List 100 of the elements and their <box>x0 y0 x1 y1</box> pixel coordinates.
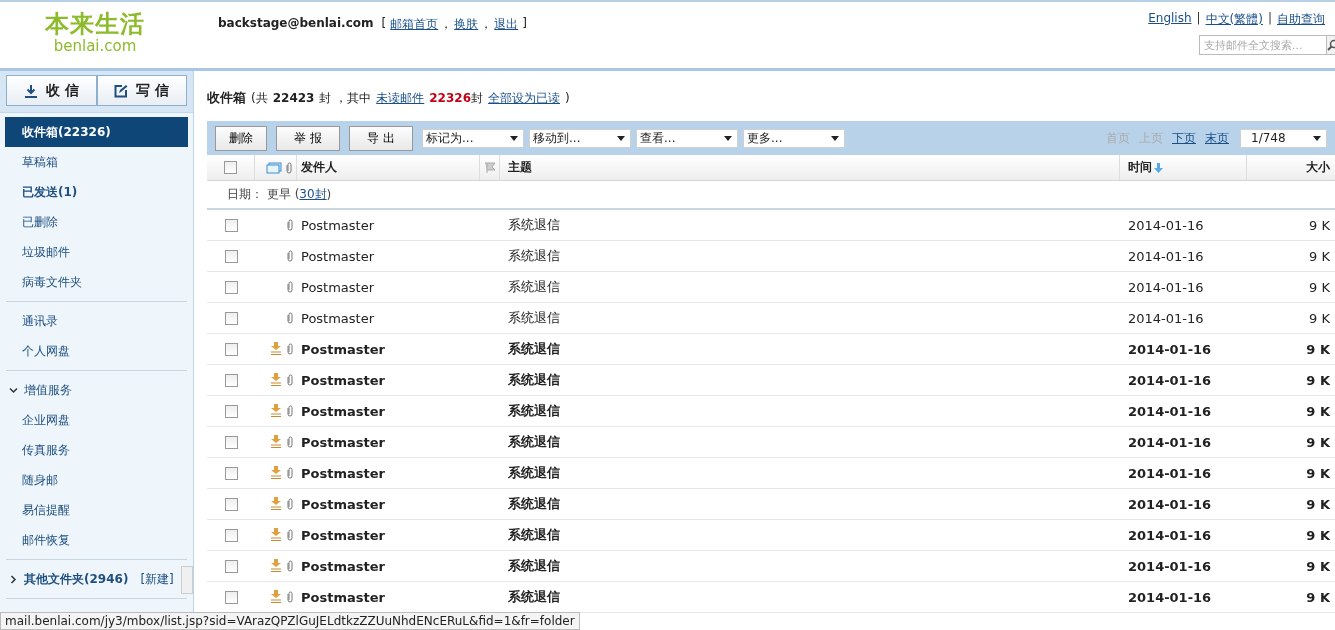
chevron-right-icon[interactable] <box>9 574 18 584</box>
sidebar-section[interactable]: 增值服务 <box>24 381 72 399</box>
subject-cell[interactable]: 系统退信 <box>500 464 1120 482</box>
scrollbar[interactable] <box>181 566 193 594</box>
subject-cell[interactable]: 系统退信 <box>500 526 1120 544</box>
top-link[interactable]: 中文(繁體) <box>1205 11 1263 28</box>
paperclip-icon <box>287 467 293 479</box>
top-link[interactable]: English <box>1148 11 1192 28</box>
paperclip-icon <box>287 498 293 510</box>
account-link[interactable]: 换肤 <box>454 16 479 33</box>
folder-item[interactable]: 草稿箱 <box>5 147 188 177</box>
sender-cell[interactable]: Postmaster <box>297 527 480 543</box>
size-cell-text: 9 K <box>1308 310 1331 326</box>
sender-cell[interactable]: Postmaster <box>297 403 480 419</box>
sort-down-icon <box>1154 162 1163 173</box>
dropdown[interactable]: 移动到... <box>529 128 631 148</box>
bracket: [ <box>381 16 387 32</box>
subject-cell[interactable]: 系统退信 <box>500 402 1120 420</box>
sender-cell[interactable]: Postmaster <box>297 558 480 574</box>
toolbar-button[interactable]: 删除 <box>215 125 267 151</box>
row-checkbox[interactable] <box>224 218 238 232</box>
folder-item[interactable]: 已删除 <box>5 207 188 237</box>
subject-cell[interactable]: 系统退信 <box>500 557 1120 575</box>
folder-item[interactable]: 病毒文件夹 <box>5 267 188 297</box>
row-checkbox[interactable] <box>224 280 238 294</box>
sender-cell[interactable]: Postmaster <box>297 434 480 450</box>
time-cell-text: 2014-01-16 <box>1127 558 1213 574</box>
time-cell-text: 2014-01-16 <box>1127 217 1205 233</box>
row-checkbox[interactable] <box>224 590 238 604</box>
sidebar-button[interactable]: 收 信 <box>6 75 97 106</box>
sender-cell[interactable]: Postmaster <box>297 465 480 481</box>
new-folder-link[interactable]: [新建] <box>140 570 174 588</box>
row-checkbox[interactable] <box>224 342 238 356</box>
folder-item[interactable]: 传真服务 <box>5 435 188 465</box>
time-cell-text: 2014-01-16 <box>1127 279 1205 295</box>
sender-cell[interactable]: Postmaster <box>297 372 480 388</box>
logo-text: 本来生活 <box>45 10 145 38</box>
column-header[interactable]: 时间 <box>1128 159 1152 176</box>
folder-item[interactable]: 收件箱(22326) <box>5 117 188 147</box>
folder-item[interactable]: 已发送(1) <box>5 177 188 207</box>
folder-item[interactable]: 垃圾邮件 <box>5 237 188 267</box>
sender-cell[interactable]: Postmaster <box>297 496 480 512</box>
row-checkbox[interactable] <box>224 466 238 480</box>
mark-all-read-link[interactable]: 全部设为已读 <box>488 89 560 107</box>
unread-link[interactable]: 未读邮件 <box>376 89 425 107</box>
subject-cell[interactable]: 系统退信 <box>500 433 1120 451</box>
chevron-down-icon[interactable] <box>9 385 18 395</box>
sidebar-button[interactable]: 写 信 <box>96 75 187 106</box>
status-bar: mail.benlai.com/jy3/mbox/list.jsp?sid=VArazQPZlGuJELdtkzZZUuNhdENcERuL&fid=1&fr=folder <box>0 612 580 630</box>
paperclip-icon <box>286 161 292 174</box>
row-checkbox[interactable] <box>224 311 238 325</box>
sender-cell[interactable]: Postmaster <box>297 248 480 264</box>
top-link[interactable]: 自助查询 <box>1277 11 1325 28</box>
select-all-checkbox[interactable] <box>224 161 237 174</box>
folder-item[interactable]: 企业网盘 <box>5 405 188 435</box>
column-header[interactable]: 发件人 <box>297 155 480 180</box>
subject-cell[interactable]: 系统退信 <box>500 216 1120 234</box>
subject-cell[interactable]: 系统退信 <box>500 588 1120 606</box>
sender-cell[interactable]: Postmaster <box>297 279 480 295</box>
subject-cell[interactable]: 系统退信 <box>500 309 1120 327</box>
folder-item[interactable]: 随身邮 <box>5 465 188 495</box>
subject-cell[interactable]: 系统退信 <box>500 278 1120 296</box>
dropdown[interactable]: 查看... <box>636 128 738 148</box>
total-count: 22423 <box>272 91 315 105</box>
subject-cell[interactable]: 系统退信 <box>500 340 1120 358</box>
row-checkbox[interactable] <box>224 497 238 511</box>
row-checkbox[interactable] <box>224 559 238 573</box>
column-header[interactable]: 主题 <box>500 155 1120 180</box>
group-count-link[interactable]: 30封 <box>299 186 327 203</box>
page-select[interactable]: 1/748 <box>1240 128 1327 148</box>
sender-cell[interactable]: Postmaster <box>297 341 480 357</box>
sidebar-section[interactable]: 其他文件夹(2946) <box>24 570 129 588</box>
row-checkbox[interactable] <box>224 528 238 542</box>
subject-cell[interactable]: 系统退信 <box>500 247 1120 265</box>
row-checkbox[interactable] <box>224 404 238 418</box>
folder-item[interactable]: 邮件恢复 <box>5 525 188 555</box>
toolbar-button[interactable]: 导 出 <box>349 125 413 151</box>
bracket: ] <box>522 16 527 32</box>
dropdown[interactable]: 更多... <box>743 128 845 148</box>
sender-cell[interactable]: Postmaster <box>297 310 480 326</box>
row-checkbox[interactable] <box>224 373 238 387</box>
folder-item[interactable]: 易信提醒 <box>5 495 188 525</box>
pager-link[interactable]: 末页 <box>1205 129 1229 147</box>
toolbar-button[interactable]: 举 报 <box>276 125 340 151</box>
folder-item[interactable]: 个人网盘 <box>5 336 188 366</box>
account-link[interactable]: 邮箱首页 <box>390 16 439 33</box>
folder-item[interactable]: 通讯录 <box>5 306 188 336</box>
pager-link[interactable]: 下页 <box>1172 129 1196 147</box>
sender-cell[interactable]: Postmaster <box>297 217 480 233</box>
subject-cell[interactable]: 系统退信 <box>500 371 1120 389</box>
subject-cell[interactable]: 系统退信 <box>500 495 1120 513</box>
column-header[interactable]: 大小 <box>1247 155 1335 180</box>
time-cell-text: 2014-01-16 <box>1127 403 1213 419</box>
dropdown[interactable]: 标记为... <box>422 128 524 148</box>
sender-cell[interactable]: Postmaster <box>297 589 480 605</box>
separator: | <box>1196 11 1201 27</box>
search-field[interactable]: 支持邮件全文搜索... <box>1199 35 1335 55</box>
row-checkbox[interactable] <box>224 435 238 449</box>
account-link[interactable]: 退出 <box>494 16 519 33</box>
row-checkbox[interactable] <box>224 249 238 263</box>
